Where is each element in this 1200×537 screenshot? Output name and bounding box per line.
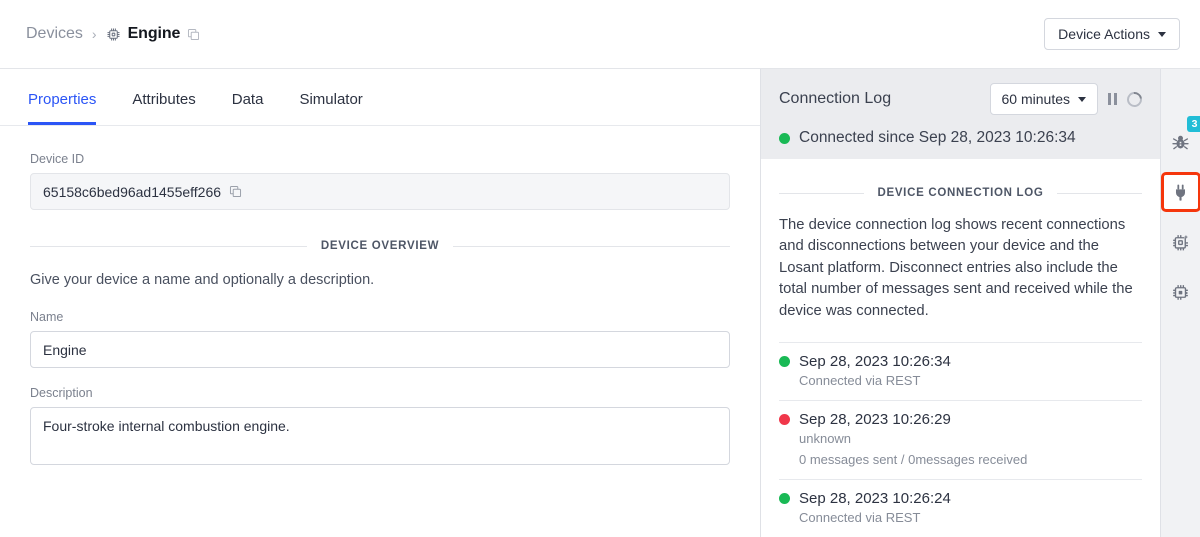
rail-item-device-activity[interactable] <box>1164 225 1198 259</box>
log-timestamp: Sep 28, 2023 10:26:29 <box>799 411 951 429</box>
page-body: Properties Attributes Data Simulator Dev… <box>0 69 1200 537</box>
time-range-value: 60 minutes <box>1001 91 1070 107</box>
device-id-label: Device ID <box>30 152 85 166</box>
tab-properties[interactable]: Properties <box>28 69 97 125</box>
breadcrumb-separator: › <box>91 26 97 42</box>
pause-icon[interactable] <box>1108 93 1117 105</box>
log-status-dot-icon <box>779 492 790 504</box>
copy-icon[interactable] <box>187 28 200 41</box>
main-content: Properties Attributes Data Simulator Dev… <box>0 69 760 537</box>
description-group: Description Four-stroke internal combust… <box>30 386 730 470</box>
connection-log-header-row: Connection Log 60 minutes <box>779 83 1146 115</box>
spinner-icon[interactable] <box>1123 88 1146 110</box>
tab-data[interactable]: Data <box>232 69 264 125</box>
name-input[interactable] <box>30 331 730 368</box>
tab-attributes[interactable]: Attributes <box>132 69 195 125</box>
tab-bar: Properties Attributes Data Simulator <box>0 69 760 126</box>
device-overview-divider-label: DEVICE OVERVIEW <box>320 240 440 252</box>
device-overview-divider: DEVICE OVERVIEW <box>30 240 730 252</box>
connection-log-description: The device connection log shows recent c… <box>779 217 1133 319</box>
log-entry: Sep 28, 2023 10:26:34 Connected via REST <box>779 342 1142 400</box>
log-status-dot-icon <box>779 356 790 368</box>
top-bar: Devices › Engine Device Actions <box>0 0 1200 69</box>
bug-icon <box>1172 135 1189 149</box>
rail-item-debug[interactable]: 3 <box>1164 116 1200 159</box>
device-id-group: Device ID 65158c6bed96ad1455eff266 <box>30 152 730 210</box>
chip-activity-icon <box>1173 234 1189 250</box>
breadcrumb-devices-link[interactable]: Devices <box>26 25 83 43</box>
log-timestamp: Sep 28, 2023 10:26:34 <box>799 353 951 371</box>
breadcrumb: Devices › Engine <box>26 25 200 43</box>
connection-log-header: Connection Log 60 minutes Connected sinc… <box>761 69 1160 159</box>
connection-log-title: Connection Log <box>779 90 892 107</box>
copy-icon[interactable] <box>229 185 242 198</box>
device-properties-page: Devices › Engine Device Actions Properti… <box>0 0 1200 537</box>
tab-simulator[interactable]: Simulator <box>299 69 362 125</box>
chip-data-icon <box>1173 284 1188 300</box>
right-icon-rail: 3 <box>1160 69 1200 537</box>
chevron-down-icon <box>1078 96 1086 102</box>
description-textarea[interactable]: Four-stroke internal combustion engine. <box>30 407 730 465</box>
device-id-value-box: 65158c6bed96ad1455eff266 <box>30 173 730 210</box>
plug-icon <box>1175 184 1186 201</box>
connection-status-text: Connected since Sep 28, 2023 10:26:34 <box>799 129 1076 146</box>
chip-icon <box>106 27 121 42</box>
log-status-dot-icon <box>779 414 790 426</box>
name-group: Name <box>30 310 730 368</box>
log-entry: Sep 28, 2023 10:26:24 Connected via REST <box>779 478 1142 537</box>
properties-form: Device ID 65158c6bed96ad1455eff266 DEVIC… <box>0 152 760 470</box>
connection-status: Connected since Sep 28, 2023 10:26:34 <box>779 129 1142 147</box>
time-range-select[interactable]: 60 minutes <box>989 83 1098 115</box>
log-detail: Connected via REST <box>799 509 921 525</box>
connection-log-panel: Connection Log 60 minutes Connected sinc… <box>760 69 1160 537</box>
log-detail-messages: 0 messages sent / 0messages received <box>799 451 1028 467</box>
rail-item-connection-log[interactable] <box>1160 172 1200 212</box>
device-connection-log-divider: DEVICE CONNECTION LOG <box>779 187 1142 199</box>
device-connection-log-divider-label: DEVICE CONNECTION LOG <box>877 187 1044 199</box>
overview-help-text: Give your device a name and optionally a… <box>30 272 375 288</box>
log-timestamp: Sep 28, 2023 10:26:24 <box>799 489 951 507</box>
log-detail: Connected via REST <box>799 373 921 389</box>
chevron-down-icon <box>1158 31 1166 37</box>
log-entry: Sep 28, 2023 10:26:29 unknown 0 messages… <box>779 400 1142 479</box>
device-actions-label: Device Actions <box>1058 26 1150 42</box>
connection-log-body[interactable]: DEVICE CONNECTION LOG The device connect… <box>761 159 1160 537</box>
status-dot-icon <box>779 132 790 144</box>
log-entry-head: Sep 28, 2023 10:26:24 <box>779 490 1142 507</box>
device-actions-button[interactable]: Device Actions <box>1044 18 1180 50</box>
name-label: Name <box>30 310 64 324</box>
page-title: Engine <box>127 25 181 42</box>
device-id-value: 65158c6bed96ad1455eff266 <box>43 183 222 200</box>
breadcrumb-current: Engine <box>106 25 201 43</box>
debug-badge: 3 <box>1186 116 1200 132</box>
rail-item-device-data[interactable] <box>1164 275 1198 309</box>
log-entry-head: Sep 28, 2023 10:26:34 <box>779 353 1142 370</box>
log-entry-head: Sep 28, 2023 10:26:29 <box>779 411 1142 428</box>
log-detail: unknown <box>799 431 852 447</box>
description-label: Description <box>30 386 93 400</box>
